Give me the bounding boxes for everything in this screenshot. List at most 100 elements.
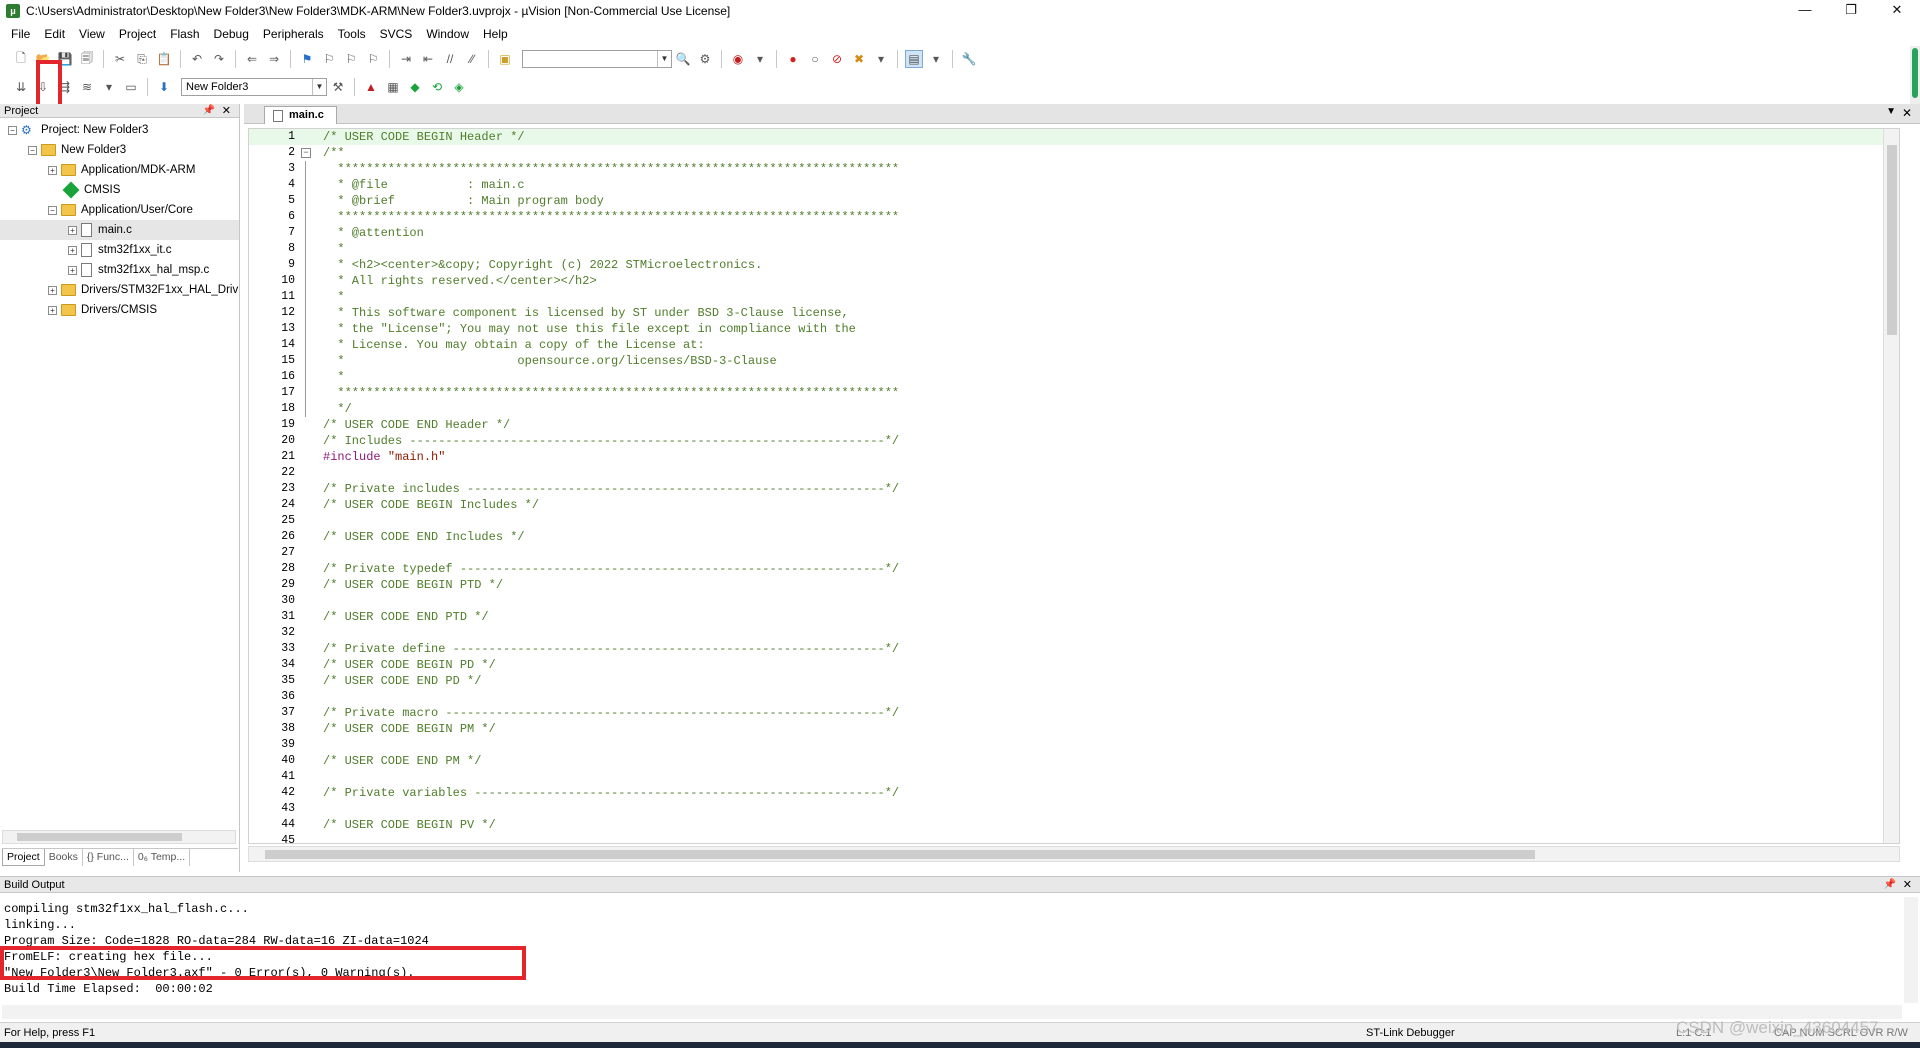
tree-item-file[interactable]: + stm32f1xx_hal_msp.c: [0, 260, 239, 280]
code-line[interactable]: 36: [249, 689, 1899, 705]
expand-icon[interactable]: +: [68, 265, 77, 275]
code-line[interactable]: 29 /* USER CODE BEGIN PTD */: [249, 577, 1899, 593]
menu-file[interactable]: File: [4, 24, 37, 44]
bookmark-toggle-icon[interactable]: ⚑: [298, 50, 316, 68]
code-line[interactable]: 6 **************************************…: [249, 209, 1899, 225]
code-line[interactable]: 21 #include "main.h": [249, 449, 1899, 465]
code-line[interactable]: 26 /* USER CODE END Includes */: [249, 529, 1899, 545]
stop-build-icon[interactable]: ▭: [122, 78, 140, 96]
expand-icon[interactable]: +: [68, 225, 77, 235]
find-icon[interactable]: 🔍: [674, 50, 692, 68]
code-line[interactable]: 41: [249, 769, 1899, 785]
code-line[interactable]: 18 */: [249, 401, 1899, 417]
tree-item-group[interactable]: + Application/MDK-ARM: [0, 160, 239, 180]
expand-icon[interactable]: +: [48, 165, 57, 175]
tree-item-group[interactable]: − Application/User/Core: [0, 200, 239, 220]
find-in-files-icon[interactable]: ▣: [496, 50, 514, 68]
incremental-find-icon[interactable]: ⚙: [696, 50, 714, 68]
code-line[interactable]: 8 *: [249, 241, 1899, 257]
collapse-icon[interactable]: −: [8, 125, 17, 135]
maximize-button[interactable]: ❐: [1828, 0, 1874, 22]
code-line[interactable]: 10 * All rights reserved.</center></h2>: [249, 273, 1899, 289]
tree-item-target[interactable]: − New Folder3: [0, 140, 239, 160]
manage-components-icon[interactable]: ▦: [384, 78, 402, 96]
nav-back-icon[interactable]: ⇐: [243, 50, 261, 68]
chevron-down-icon[interactable]: ▾: [751, 50, 769, 68]
toolbar-scrollbar[interactable]: [1910, 46, 1920, 104]
bookmark-clear-icon[interactable]: ⚐: [364, 50, 382, 68]
target-options-icon[interactable]: ⚒: [329, 78, 347, 96]
redo-icon[interactable]: ↷: [210, 50, 228, 68]
collapse-icon[interactable]: −: [28, 145, 37, 155]
menu-project[interactable]: Project: [112, 24, 163, 44]
chevron-down-icon[interactable]: ▼: [657, 51, 671, 67]
download-load-icon[interactable]: ⬇: [155, 78, 173, 96]
code-line[interactable]: 31 /* USER CODE END PTD */: [249, 609, 1899, 625]
code-line[interactable]: 5 * @brief : Main program body: [249, 193, 1899, 209]
code-line[interactable]: 16 *: [249, 369, 1899, 385]
code-line[interactable]: 42 /* Private variables -----------------…: [249, 785, 1899, 801]
tree-item-group[interactable]: + Drivers/STM32F1xx_HAL_Driv: [0, 280, 239, 300]
close-button[interactable]: ✕: [1874, 0, 1920, 22]
new-file-icon[interactable]: 🗋: [12, 50, 30, 68]
chevron-down-icon[interactable]: ▼: [312, 79, 326, 95]
code-line[interactable]: 28 /* Private typedef -------------------…: [249, 561, 1899, 577]
code-line[interactable]: 9 * <h2><center>&copy; Copyright (c) 202…: [249, 257, 1899, 273]
translate-icon[interactable]: ⇊: [12, 78, 30, 96]
kill-all-breakpoints-icon[interactable]: ✖: [850, 50, 868, 68]
code-line[interactable]: 15 * opensource.org/licenses/BSD-3-Claus…: [249, 353, 1899, 369]
unindent-icon[interactable]: ⇤: [419, 50, 437, 68]
bookmark-prev-icon[interactable]: ⚐: [320, 50, 338, 68]
code-line[interactable]: 39: [249, 737, 1899, 753]
project-tree-hscrollbar[interactable]: [2, 830, 236, 844]
tree-item-group[interactable]: + Drivers/CMSIS: [0, 300, 239, 320]
save-all-icon[interactable]: 🗐: [78, 50, 96, 68]
batch-build-icon[interactable]: ≋: [78, 78, 96, 96]
find-combo[interactable]: ▼: [522, 50, 672, 68]
select-software-packs-icon[interactable]: ⟲: [428, 78, 446, 96]
insert-breakpoint-icon[interactable]: ●: [784, 50, 802, 68]
scrollbar-thumb[interactable]: [1887, 145, 1897, 335]
run-time-environment-icon[interactable]: ◈: [450, 78, 468, 96]
code-line[interactable]: 14 * License. You may obtain a copy of t…: [249, 337, 1899, 353]
code-line[interactable]: 27: [249, 545, 1899, 561]
close-icon[interactable]: ✕: [1902, 106, 1912, 120]
code-line[interactable]: 12 * This software component is licensed…: [249, 305, 1899, 321]
tree-item-file[interactable]: + stm32f1xx_it.c: [0, 240, 239, 260]
debug-session-icon[interactable]: ◉: [729, 50, 747, 68]
code-line[interactable]: 2− /**: [249, 145, 1899, 161]
tree-item-file[interactable]: + main.c: [0, 220, 239, 240]
tab-project[interactable]: Project: [2, 849, 45, 866]
chevron-down-icon[interactable]: ▾: [872, 50, 890, 68]
menu-window[interactable]: Window: [419, 24, 476, 44]
tab-list-dropdown-icon[interactable]: ▼: [1886, 106, 1896, 117]
menu-debug[interactable]: Debug: [207, 24, 256, 44]
disable-breakpoint-icon[interactable]: ○: [806, 50, 824, 68]
code-line[interactable]: 44 /* USER CODE BEGIN PV */: [249, 817, 1899, 833]
code-line[interactable]: 32: [249, 625, 1899, 641]
menu-peripherals[interactable]: Peripherals: [256, 24, 331, 44]
target-combo[interactable]: New Folder3 ▼: [181, 78, 327, 96]
pack-installer-icon[interactable]: ◆: [406, 78, 424, 96]
code-line[interactable]: 11 *: [249, 289, 1899, 305]
configure-wrench-icon[interactable]: 🔧: [960, 50, 978, 68]
tab-books[interactable]: Books: [45, 849, 83, 866]
pin-icon[interactable]: 📌: [1884, 877, 1896, 893]
tab-functions[interactable]: {} Func...: [83, 849, 134, 866]
code-editor[interactable]: 1/* USER CODE BEGIN Header */2−/** 3 ****…: [248, 128, 1900, 844]
code-line[interactable]: 38 /* USER CODE BEGIN PM */: [249, 721, 1899, 737]
code-line[interactable]: 20 /* Includes --------------------------…: [249, 433, 1899, 449]
pin-icon[interactable]: 📌: [203, 104, 215, 118]
menu-view[interactable]: View: [72, 24, 112, 44]
tab-templates[interactable]: 0₆ Temp...: [134, 849, 191, 866]
menu-help[interactable]: Help: [476, 24, 515, 44]
code-line[interactable]: 34 /* USER CODE BEGIN PD */: [249, 657, 1899, 673]
scrollbar-thumb[interactable]: [265, 850, 1535, 859]
menu-svcs[interactable]: SVCS: [373, 24, 420, 44]
editor-hscrollbar[interactable]: [248, 846, 1900, 862]
minimize-button[interactable]: —: [1782, 0, 1828, 22]
uncomment-icon[interactable]: ∕∕: [463, 50, 481, 68]
code-line[interactable]: 17 *************************************…: [249, 385, 1899, 401]
bookmark-next-icon[interactable]: ⚐: [342, 50, 360, 68]
code-line[interactable]: 24 /* USER CODE BEGIN Includes */: [249, 497, 1899, 513]
